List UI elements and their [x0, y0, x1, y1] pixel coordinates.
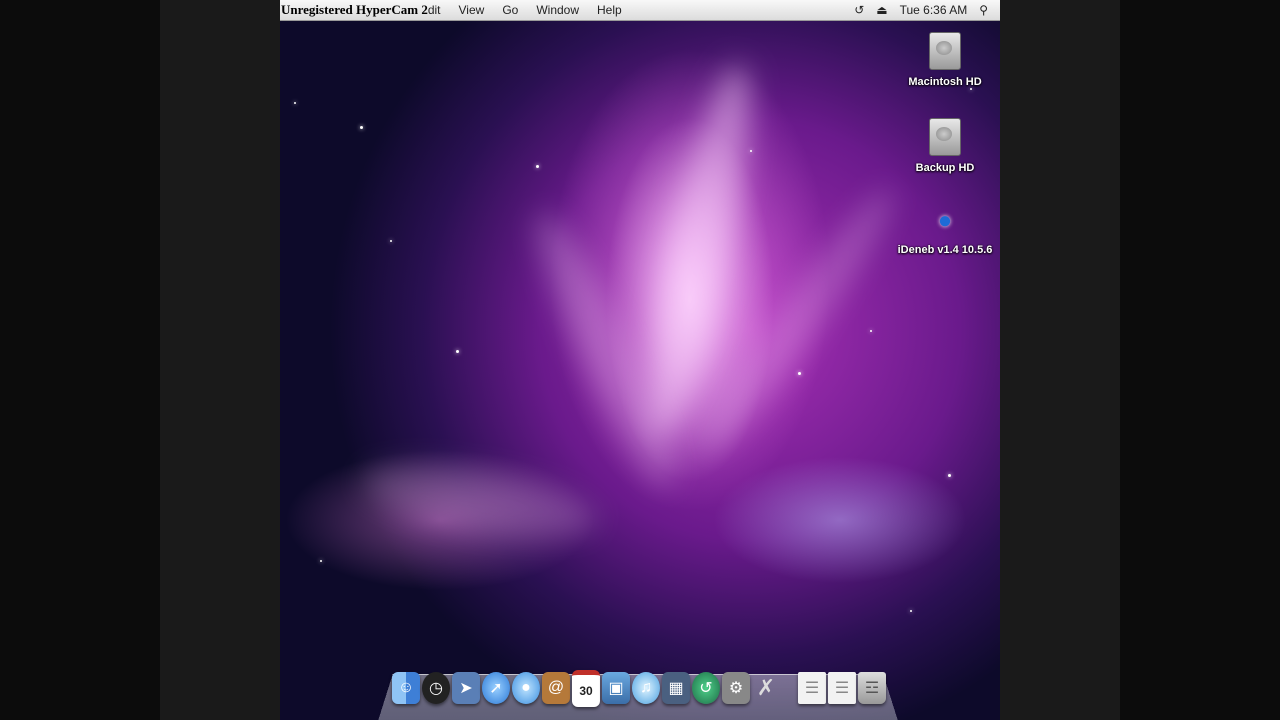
- menu-bar: Unregistered HyperCam 2 dit View Go Wind…: [280, 0, 1000, 21]
- itunes-icon[interactable]: ♫: [632, 672, 660, 704]
- menu-edit[interactable]: dit: [428, 3, 450, 17]
- utilities-icon[interactable]: ✗: [752, 672, 780, 704]
- ichat-icon[interactable]: ●: [512, 672, 540, 704]
- star: [456, 350, 459, 353]
- desktop-icon-label: Backup HD: [915, 162, 975, 174]
- menu-help[interactable]: Help: [588, 3, 631, 17]
- star: [390, 240, 392, 242]
- desktop-icon-label: Macintosh HD: [908, 76, 982, 88]
- spaces-icon[interactable]: ▦: [662, 672, 690, 704]
- document-icon[interactable]: ☰: [828, 672, 856, 704]
- star: [870, 330, 872, 332]
- menu-view[interactable]: View: [450, 3, 494, 17]
- trash-icon[interactable]: ☲: [858, 672, 886, 704]
- desktop-icon-backup-hd[interactable]: Backup HD: [895, 118, 995, 174]
- star: [798, 372, 801, 375]
- star: [970, 88, 972, 90]
- menu-go[interactable]: Go: [493, 3, 527, 17]
- star: [536, 165, 539, 168]
- star: [294, 102, 296, 104]
- eject-icon[interactable]: ⏏: [876, 3, 887, 17]
- apple-disk-icon: ●: [937, 207, 953, 234]
- menu-extras: ↺ ⏏ Tue 6:36 AM ⚲: [854, 3, 1000, 17]
- clock[interactable]: Tue 6:36 AM: [900, 3, 968, 17]
- hypercam-watermark: Unregistered HyperCam 2: [281, 2, 428, 17]
- desktop-icon-macintosh-hd[interactable]: Macintosh HD: [895, 32, 995, 88]
- finder-icon[interactable]: ☺: [392, 672, 420, 704]
- mail-icon[interactable]: ➤: [452, 672, 480, 704]
- hard-drive-icon: [929, 118, 961, 156]
- star: [320, 560, 322, 562]
- dashboard-icon[interactable]: ◷: [422, 672, 450, 704]
- desktop-icon-ideneb[interactable]: ● iDeneb v1.4 10.5.6: [895, 204, 995, 256]
- time-machine-icon[interactable]: ↺: [854, 3, 864, 17]
- ical-date: 30: [579, 683, 593, 698]
- document-icon[interactable]: ☰: [798, 672, 826, 704]
- star: [948, 474, 951, 477]
- time-machine-icon[interactable]: ↺: [692, 672, 720, 704]
- ical-icon[interactable]: 30: [572, 669, 600, 707]
- star: [910, 610, 912, 612]
- safari-icon[interactable]: ➚: [482, 672, 510, 704]
- mac-desktop-screen: Unregistered HyperCam 2 dit View Go Wind…: [280, 0, 1000, 720]
- star: [360, 126, 363, 129]
- star: [750, 150, 752, 152]
- address-book-icon[interactable]: @: [542, 672, 570, 704]
- dock: ☺ ◷ ➤ ➚ ● @ 30 ▣ ♫ ▦ ↺ ⚙ ✗ ☰ ☰ ☲: [392, 668, 892, 708]
- menu-window[interactable]: Window: [527, 3, 588, 17]
- iphoto-icon[interactable]: ▣: [602, 672, 630, 704]
- desktop-icon-label: iDeneb v1.4 10.5.6: [897, 244, 993, 256]
- hard-drive-icon: [929, 32, 961, 70]
- system-preferences-icon[interactable]: ⚙: [722, 672, 750, 704]
- spotlight-search-icon[interactable]: ⚲: [979, 3, 988, 17]
